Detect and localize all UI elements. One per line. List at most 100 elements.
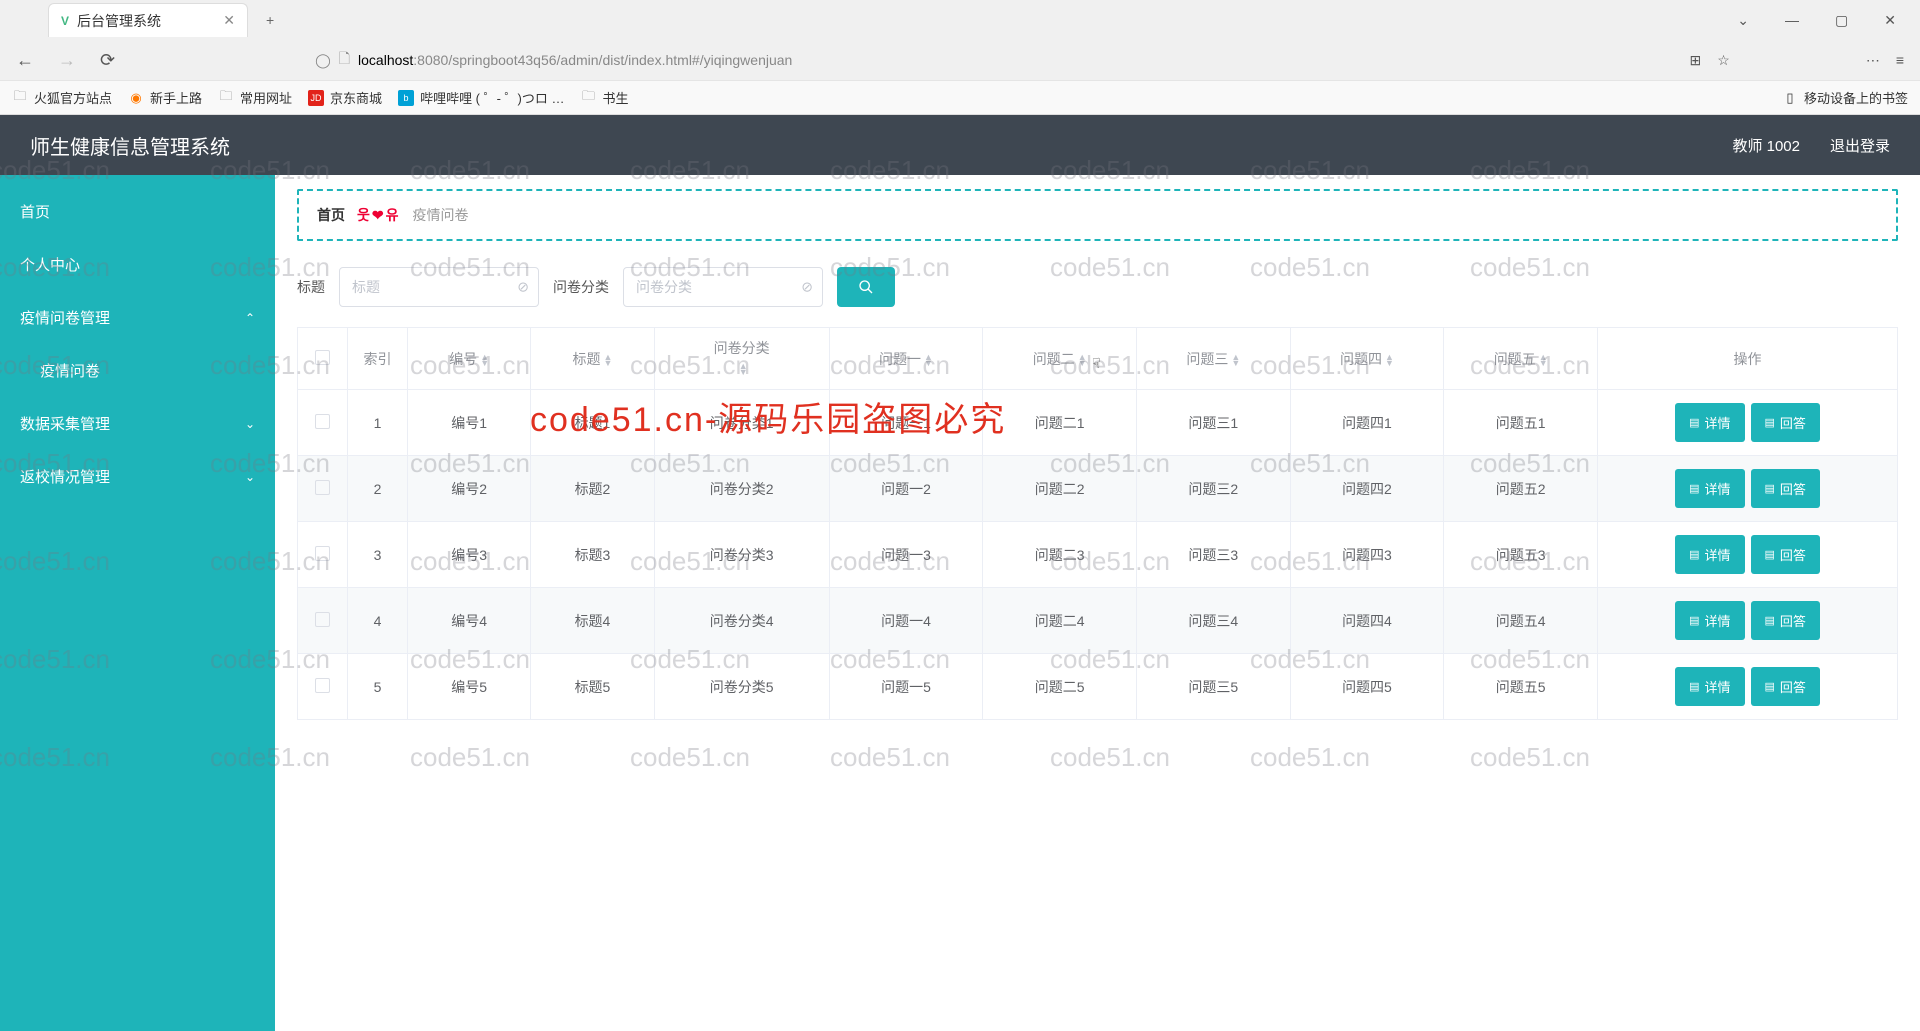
clear-icon[interactable]: ⊘: [801, 279, 813, 296]
cell-q1: 问题一2: [829, 456, 983, 522]
th-code[interactable]: 编号▲▼: [408, 328, 531, 390]
logout-button[interactable]: 退出登录: [1830, 135, 1890, 156]
main-layout: 首页 个人中心 疫情问卷管理⌃ 疫情问卷 数据采集管理⌄ 返校情况管理⌄ 首页 …: [0, 175, 1920, 1031]
chevron-down-icon: ⌄: [245, 417, 255, 431]
cell-q3: 问题三3: [1136, 522, 1290, 588]
row-checkbox[interactable]: [315, 546, 330, 561]
table-row: 5编号5标题5问卷分类5问题一5问题二5问题三5问题四5问题五5▤详情▤回答: [298, 654, 1898, 720]
cell-title: 标题1: [531, 390, 654, 456]
select-all-checkbox[interactable]: [315, 350, 330, 365]
cell-cat: 问卷分类4: [654, 588, 829, 654]
bookmark-common[interactable]: 🗀常用网址: [218, 88, 292, 107]
sort-icon: ▲▼: [480, 354, 489, 366]
bilibili-icon: b: [398, 90, 414, 106]
cell-q2: 问题二2: [983, 456, 1137, 522]
answer-button[interactable]: ▤回答: [1751, 601, 1820, 640]
category-input[interactable]: [623, 267, 823, 307]
reload-button[interactable]: ⟳: [96, 46, 119, 75]
th-q1[interactable]: 问题一▲▼: [829, 328, 983, 390]
folder-icon: 🗀: [12, 90, 28, 106]
cell-q2: 问题二3: [983, 522, 1137, 588]
sort-icon: ▲▼: [604, 354, 613, 366]
maximize-icon[interactable]: ▢: [1831, 8, 1852, 33]
cell-q5: 问题五3: [1444, 522, 1598, 588]
cell-cat: 问卷分类5: [654, 654, 829, 720]
bookmark-bilibili[interactable]: b哔哩哔哩 ( ゜- ゜)つロ …: [398, 88, 564, 107]
th-op: 操作: [1598, 328, 1898, 390]
close-icon[interactable]: ✕: [223, 12, 235, 29]
th-q2[interactable]: 问题二▲▼: [983, 328, 1137, 390]
th-q3[interactable]: 问题三▲▼: [1136, 328, 1290, 390]
breadcrumb-home[interactable]: 首页: [317, 205, 345, 225]
clear-icon[interactable]: ⊘: [517, 279, 529, 296]
extensions-icon[interactable]: ⋯: [1866, 52, 1880, 69]
row-checkbox[interactable]: [315, 612, 330, 627]
th-title[interactable]: 标题▲▼: [531, 328, 654, 390]
address-right-icons: ⊞ ☆ ⋯ ≡: [1690, 52, 1908, 69]
row-checkbox[interactable]: [315, 414, 330, 429]
table-header-row: 索引 编号▲▼ 标题▲▼ 问卷分类▲▼ 问题一▲▼ 问题二▲▼ 问题三▲▼ 问题…: [298, 328, 1898, 390]
answer-button[interactable]: ▤回答: [1751, 403, 1820, 442]
sidebar-item-survey-mgmt[interactable]: 疫情问卷管理⌃: [0, 291, 275, 344]
bookmark-getting-started[interactable]: ◉新手上路: [128, 88, 202, 107]
folder-icon: 🗀: [218, 90, 234, 106]
cell-q4: 问题四4: [1290, 588, 1444, 654]
detail-button[interactable]: ▤详情: [1675, 469, 1744, 508]
browser-tab[interactable]: V 后台管理系统 ✕: [48, 3, 248, 37]
answer-button[interactable]: ▤回答: [1751, 667, 1820, 706]
tab-bar: V 后台管理系统 ✕ + ⌄ — ▢ ✕: [0, 0, 1920, 40]
close-window-icon[interactable]: ✕: [1880, 8, 1900, 33]
cell-q3: 问题三4: [1136, 588, 1290, 654]
chevron-down-icon: ⌄: [245, 470, 255, 484]
star-icon[interactable]: ☆: [1717, 52, 1730, 69]
detail-button[interactable]: ▤详情: [1675, 535, 1744, 574]
sort-icon: ▲▼: [924, 354, 933, 366]
sort-icon: ▲▼: [1078, 354, 1087, 366]
bookmark-firefox[interactable]: 🗀火狐官方站点: [12, 88, 112, 107]
detail-button[interactable]: ▤详情: [1675, 601, 1744, 640]
minimize-icon[interactable]: —: [1781, 8, 1803, 33]
qr-icon[interactable]: ⊞: [1690, 52, 1702, 69]
sidebar-item-home[interactable]: 首页: [0, 185, 275, 238]
cell-code: 编号4: [408, 588, 531, 654]
new-tab-button[interactable]: +: [258, 8, 282, 32]
cell-q2: 问题二4: [983, 588, 1137, 654]
menu-icon[interactable]: ≡: [1896, 52, 1904, 69]
answer-button[interactable]: ▤回答: [1751, 535, 1820, 574]
sidebar-item-personal[interactable]: 个人中心: [0, 238, 275, 291]
breadcrumb-current: 疫情问卷: [413, 205, 469, 225]
th-q5[interactable]: 问题五▲▼: [1444, 328, 1598, 390]
row-checkbox[interactable]: [315, 678, 330, 693]
cell-op: ▤详情▤回答: [1598, 588, 1898, 654]
shield-icon[interactable]: ◯: [315, 52, 331, 69]
bookmark-mobile[interactable]: ▯移动设备上的书签: [1782, 88, 1908, 107]
sidebar-item-return-school[interactable]: 返校情况管理⌄: [0, 450, 275, 503]
cell-q3: 问题三5: [1136, 654, 1290, 720]
answer-button[interactable]: ▤回答: [1751, 469, 1820, 508]
filter-title-wrap: ⊘: [339, 267, 539, 307]
forward-button[interactable]: →: [54, 46, 80, 75]
th-q4[interactable]: 问题四▲▼: [1290, 328, 1444, 390]
detail-button[interactable]: ▤详情: [1675, 403, 1744, 442]
back-button[interactable]: ←: [12, 46, 38, 75]
search-button[interactable]: [837, 267, 895, 307]
sidebar-item-survey[interactable]: 疫情问卷: [0, 344, 275, 397]
row-checkbox[interactable]: [315, 480, 330, 495]
chevron-down-icon[interactable]: ⌄: [1733, 8, 1753, 33]
tab-title: 后台管理系统: [77, 11, 161, 31]
th-cat[interactable]: 问卷分类▲▼: [654, 328, 829, 390]
title-input[interactable]: [339, 267, 539, 307]
cell-op: ▤详情▤回答: [1598, 654, 1898, 720]
jd-icon: JD: [308, 90, 324, 106]
lock-icon[interactable]: 🗋: [339, 48, 350, 72]
bookmark-shusheng[interactable]: 🗀书生: [581, 88, 629, 107]
bookmark-jd[interactable]: JD京东商城: [308, 88, 382, 107]
cell-cat: 问卷分类3: [654, 522, 829, 588]
url-box[interactable]: ◯ 🗋 localhost:8080/springboot43q56/admin…: [315, 48, 1673, 72]
sidebar-item-data-collect[interactable]: 数据采集管理⌄: [0, 397, 275, 450]
cell-q5: 问题五4: [1444, 588, 1598, 654]
user-label[interactable]: 教师 1002: [1732, 135, 1800, 156]
detail-button[interactable]: ▤详情: [1675, 667, 1744, 706]
document-icon: ▤: [1689, 614, 1699, 627]
cell-cat: 问卷分类1: [654, 390, 829, 456]
